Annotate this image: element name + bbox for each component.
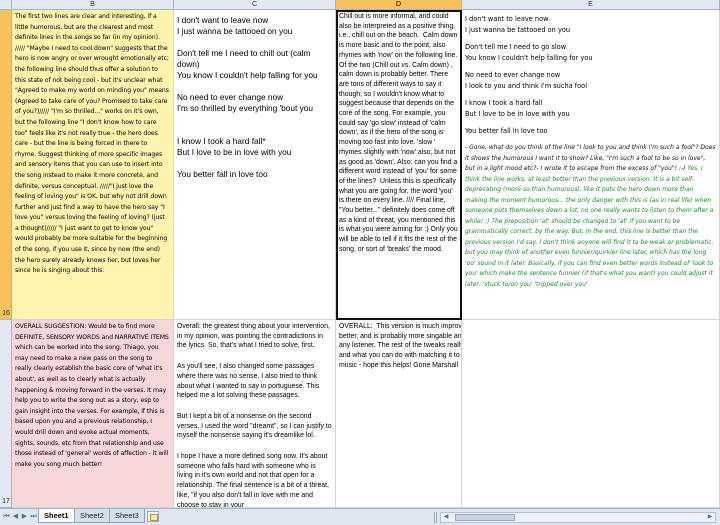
cell-b16-text: The first two lines are clear and intere… <box>15 13 171 275</box>
scrollbar-thumb[interactable] <box>455 514 515 521</box>
cell-b16[interactable]: The first two lines are clear and intere… <box>12 10 174 320</box>
lyric-line: You know I couldn't help falling for you <box>465 54 593 62</box>
horizontal-scrollbar[interactable]: ◀ ▶ <box>440 512 716 523</box>
cell-d17-text: OVERALL: This version is much improved, … <box>339 323 462 369</box>
lyric-line: But I love to be in love with you <box>177 147 292 157</box>
insert-sheet-icon[interactable] <box>147 511 159 522</box>
sheet-tab-bar: ⏮ ◀ ▶ ⏭ Sheet1 Sheet2 Sheet3 ◀ ▶ <box>0 508 720 525</box>
row-number-17: 17 <box>2 498 10 505</box>
cell-d16-text: Chill out is more informal, and could al… <box>339 13 462 253</box>
prev-sheet-icon[interactable]: ◀ <box>11 512 20 522</box>
paragraph: But I kept a bit of a nonsense on the se… <box>177 412 332 440</box>
scroll-left-icon[interactable]: ◀ <box>441 513 451 522</box>
column-header-c[interactable]: C <box>174 0 336 10</box>
lyric-line: I'm so thrilled by everything 'bout you <box>177 103 313 113</box>
lyric-line: I just wanna be tattooed on you <box>465 26 571 34</box>
row-header-16[interactable]: 16 <box>0 10 12 320</box>
cell-d16[interactable]: Chill out is more informal, and could al… <box>336 10 462 320</box>
tab-sheet2[interactable]: Sheet2 <box>74 509 110 523</box>
cell-e16[interactable]: I don't want to leave now I just wanna b… <box>462 10 720 320</box>
cell-d17[interactable]: OVERALL: This version is much improved, … <box>336 320 462 508</box>
next-sheet-icon[interactable]: ▶ <box>20 512 29 522</box>
tab-split-handle[interactable] <box>434 512 437 523</box>
review-comment: - Gone, what do you think of the line "I… <box>465 143 716 290</box>
lyric-line: I know I took a hard fall* <box>177 136 266 146</box>
scroll-right-icon[interactable]: ▶ <box>705 513 715 522</box>
last-sheet-icon[interactable]: ⏭ <box>29 512 38 522</box>
column-header-e[interactable]: E <box>462 0 720 10</box>
select-all-corner[interactable] <box>0 0 12 10</box>
column-header-b[interactable]: B <box>12 0 174 10</box>
column-header-d[interactable]: D <box>336 0 462 10</box>
lyric-line: You know I couldn't help falling for you <box>177 70 318 80</box>
lyric-line: No need to ever change now <box>177 92 284 102</box>
paragraph: Overall: the greatest thing about your i… <box>177 323 330 350</box>
lyric-line: No need to ever change now <box>465 71 561 79</box>
paragraph: I hope I have a more defined song now. I… <box>177 453 329 508</box>
author-comment: - Gone, what do you think of the line "I… <box>465 144 716 172</box>
row-number-16: 16 <box>2 310 10 317</box>
lyric-line: I just wanna be tattooed on you <box>177 26 293 36</box>
lyric-line: You better fall in love too <box>465 127 548 135</box>
cell-b17-text: OVERALL SUGGESTION: Would be to find mor… <box>15 323 171 468</box>
first-sheet-icon[interactable]: ⏮ <box>2 512 11 522</box>
tab-sheet3[interactable]: Sheet3 <box>109 509 145 523</box>
spreadsheet-grid: B C D E 16 17 The first two lines are cl… <box>0 0 720 525</box>
cell-c16[interactable]: I don't want to leave now I just wanna b… <box>174 10 336 320</box>
paragraph: As you'll see, I also changed some passa… <box>177 363 320 400</box>
cell-b17[interactable]: OVERALL SUGGESTION: Would be to find mor… <box>12 320 174 508</box>
row-header-17[interactable]: 17 <box>0 320 12 508</box>
lyric-line: I don't want to leave now <box>465 15 549 23</box>
lyric-line: I know I took a hard fall <box>465 99 543 107</box>
lyric-line: But I love to be in love with you <box>465 110 570 118</box>
lyric-line: Don't tell me I need to go slow <box>465 43 567 51</box>
lyric-line: I look to you and think I'm sucha fool <box>465 82 588 90</box>
lyric-line: I don't want to leave now <box>177 15 269 25</box>
lyric-line: You better fall in love too <box>177 169 268 179</box>
reviewer-reply: Yes, I think the line works, at least be… <box>465 165 714 288</box>
cell-c17[interactable]: Overall: the greatest thing about your i… <box>174 320 336 508</box>
lyric-line: Don't tell me I need to chill out (calm … <box>177 48 311 69</box>
tab-sheet1[interactable]: Sheet1 <box>38 509 75 523</box>
cell-e17[interactable] <box>462 320 720 508</box>
